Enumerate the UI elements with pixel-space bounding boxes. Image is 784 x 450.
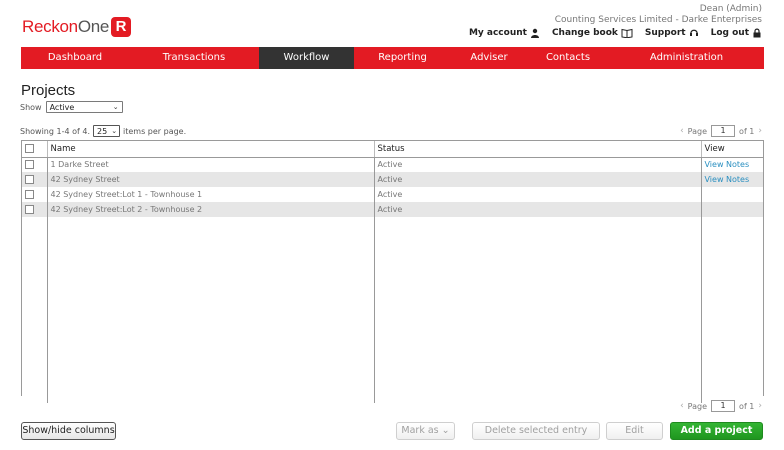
user-name: Dean (Admin): [699, 4, 762, 14]
column-header-status[interactable]: Status: [374, 141, 702, 158]
project-status: Active: [374, 157, 702, 172]
show-select[interactable]: Active ⌄: [45, 101, 123, 113]
select-all-cell: [22, 141, 48, 158]
project-view: [701, 202, 763, 217]
user-icon: [530, 28, 539, 38]
projects-table: Name Status View 1 Darke Street Active V…: [21, 140, 764, 403]
project-view: [701, 187, 763, 202]
table-row[interactable]: 42 Sydney Street:Lot 2 - Townhouse 2 Act…: [22, 202, 763, 217]
nav-reporting[interactable]: Reporting: [354, 47, 451, 69]
row-checkbox[interactable]: [25, 160, 34, 170]
table-empty-area: [22, 217, 763, 403]
support-link[interactable]: Support: [645, 28, 699, 38]
top-links: My account Change book Support Log out: [469, 28, 762, 38]
project-name[interactable]: 1 Darke Street: [47, 157, 375, 172]
show-hide-columns-button[interactable]: Show/hide columns: [21, 422, 116, 440]
main-nav: Dashboard Transactions Workflow Reportin…: [21, 47, 764, 69]
nav-transactions[interactable]: Transactions: [129, 47, 259, 69]
nav-adviser[interactable]: Adviser: [451, 47, 527, 69]
nav-dashboard[interactable]: Dashboard: [21, 47, 129, 69]
column-header-name[interactable]: Name: [47, 141, 375, 158]
table-row[interactable]: 42 Sydney Street:Lot 1 - Townhouse 1 Act…: [22, 187, 763, 202]
nav-workflow[interactable]: Workflow: [259, 47, 354, 69]
pager-top: ‹ Page 1 of 1 ›: [680, 125, 762, 137]
mark-as-button[interactable]: Mark as ⌄: [396, 422, 455, 440]
company-name: Counting Services Limited - Darke Enterp…: [554, 15, 762, 25]
row-checkbox[interactable]: [25, 175, 34, 184]
prev-page-icon[interactable]: ‹: [680, 401, 684, 411]
column-header-view: View: [701, 141, 763, 158]
project-name[interactable]: 42 Sydney Street:Lot 2 - Townhouse 2: [47, 202, 375, 217]
view-notes-link[interactable]: View Notes: [705, 160, 750, 169]
row-checkbox[interactable]: [25, 205, 34, 214]
table-header-row: Name Status View: [22, 141, 763, 158]
delete-entry-button[interactable]: Delete selected entry: [472, 422, 600, 440]
book-icon: [621, 28, 633, 38]
page-number-input[interactable]: 1: [711, 400, 736, 412]
reckon-one-logo[interactable]: ReckonOne R: [22, 17, 132, 37]
next-page-icon[interactable]: ›: [758, 401, 762, 411]
row-checkbox[interactable]: [25, 190, 34, 199]
nav-contacts[interactable]: Contacts: [527, 47, 609, 69]
log-out-link[interactable]: Log out: [711, 28, 762, 38]
add-project-button[interactable]: Add a project: [670, 422, 763, 440]
show-filter: Show Active ⌄: [20, 101, 123, 113]
table-row[interactable]: 1 Darke Street Active View Notes: [22, 157, 763, 172]
per-page-select[interactable]: 25 ⌄: [93, 125, 120, 137]
project-status: Active: [374, 187, 702, 202]
view-notes-link[interactable]: View Notes: [705, 175, 750, 184]
change-book-link[interactable]: Change book: [552, 28, 633, 38]
chevron-down-icon: ⌄: [111, 127, 118, 135]
lock-icon: [753, 28, 761, 38]
logo-text: ReckonOne: [22, 17, 110, 36]
headset-icon: [689, 29, 698, 36]
project-name[interactable]: 42 Sydney Street: [47, 172, 375, 187]
nav-administration[interactable]: Administration: [609, 47, 764, 69]
next-page-icon[interactable]: ›: [758, 126, 762, 136]
chevron-down-icon: ⌄: [441, 425, 450, 436]
page-number-input[interactable]: 1: [711, 125, 736, 137]
showing-count: Showing 1-4 of 4.: [20, 126, 90, 136]
chevron-down-icon: ⌄: [112, 103, 119, 111]
showing-info: Showing 1-4 of 4. 25 ⌄ items per page.: [20, 125, 186, 137]
select-all-checkbox[interactable]: [25, 143, 34, 153]
project-name[interactable]: 42 Sydney Street:Lot 1 - Townhouse 1: [47, 187, 375, 202]
table-row[interactable]: 42 Sydney Street Active View Notes: [22, 172, 763, 187]
project-status: Active: [374, 202, 702, 217]
page-title: Projects: [21, 82, 76, 99]
edit-button[interactable]: Edit: [606, 422, 663, 440]
pager-bottom: ‹ Page 1 of 1 ›: [680, 400, 762, 412]
show-label: Show: [20, 102, 42, 112]
prev-page-icon[interactable]: ‹: [680, 126, 684, 136]
per-page-label: items per page.: [123, 126, 187, 136]
logo-badge: R: [111, 17, 132, 37]
project-status: Active: [374, 172, 702, 187]
my-account-link[interactable]: My account: [469, 28, 540, 38]
